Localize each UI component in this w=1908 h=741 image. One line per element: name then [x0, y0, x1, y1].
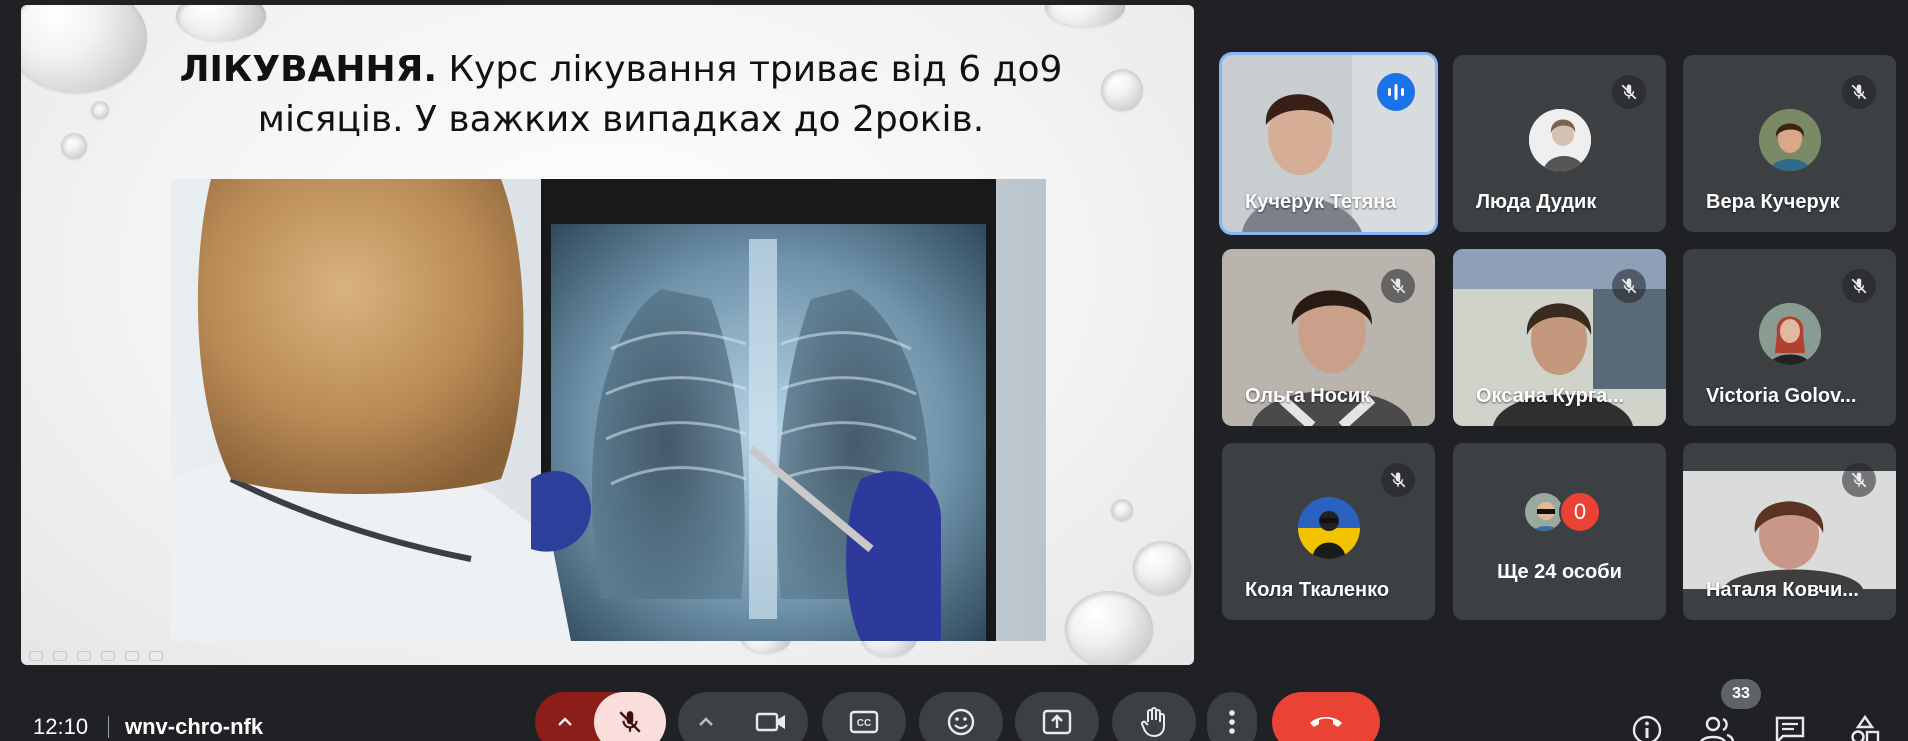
participant-name: Victoria Golov... — [1706, 385, 1857, 407]
mic-off-icon — [1381, 463, 1415, 497]
more-options-button[interactable] — [1207, 692, 1257, 741]
toggle-camera-button[interactable] — [734, 692, 808, 741]
participant-name: Наталя Ковчи... — [1706, 579, 1859, 601]
water-drop-decoration — [61, 133, 87, 159]
closed-captions-icon: CC — [849, 710, 879, 734]
reactions-button[interactable] — [919, 692, 1003, 741]
avatar — [1758, 109, 1821, 171]
videocam-icon — [755, 712, 785, 732]
participant-tile[interactable]: Наталя Ковчи... — [1683, 443, 1896, 620]
water-drop-decoration — [1111, 499, 1133, 521]
microphone-control — [535, 692, 666, 741]
slide-control-icon[interactable] — [125, 651, 139, 661]
slide-control-icon[interactable] — [29, 651, 43, 661]
captions-button[interactable]: CC — [822, 692, 906, 741]
participant-name: Коля Ткаленко — [1245, 579, 1390, 601]
participant-name: Кучерук Тетяна — [1245, 191, 1397, 213]
more-vert-icon — [1229, 710, 1235, 734]
slide-control-icon[interactable] — [53, 651, 67, 661]
presented-slide: ЛІКУВАННЯ. Курс лікування триває від 6 д… — [21, 5, 1194, 665]
raise-hand-button[interactable] — [1112, 692, 1196, 741]
people-button[interactable] — [1697, 710, 1737, 741]
slide-title-rest: Курс лікування триває від 6 до9 — [437, 49, 1063, 90]
more-participants-avatars: 0 — [1523, 491, 1601, 533]
mic-off-icon — [1842, 269, 1876, 303]
participant-tile[interactable]: Оксана Курга... — [1453, 249, 1666, 426]
people-count-badge: 33 — [1721, 679, 1761, 709]
slide-title-line2: місяців. У важких випадках до 2років. — [257, 99, 985, 140]
chat-icon — [1775, 716, 1805, 741]
activities-button[interactable] — [1845, 710, 1885, 741]
participant-name: Оксана Курга... — [1476, 385, 1624, 407]
xray-photo-illustration — [171, 179, 1046, 641]
xray-photo — [171, 179, 1046, 641]
more-participants-label: Ще 24 особи — [1497, 561, 1622, 583]
svg-text:CC: CC — [857, 718, 871, 729]
mic-off-icon — [1612, 269, 1646, 303]
avatar — [1528, 109, 1591, 171]
water-drop-decoration — [1101, 69, 1143, 111]
chat-button[interactable] — [1770, 710, 1810, 741]
avatar — [1758, 303, 1821, 365]
mic-off-icon — [1842, 463, 1876, 497]
activities-icon — [1851, 714, 1880, 741]
present-screen-icon — [1042, 709, 1072, 735]
more-participants-count: 0 — [1559, 491, 1601, 533]
mic-off-icon — [1612, 75, 1646, 109]
raise-hand-icon — [1141, 707, 1165, 738]
speaking-indicator-icon — [1377, 73, 1415, 111]
toggle-microphone-button[interactable] — [594, 692, 666, 741]
chevron-up-icon — [558, 717, 572, 726]
water-drop-decoration — [1133, 541, 1191, 595]
water-drop-decoration — [1045, 5, 1125, 27]
slide-control-icon[interactable] — [77, 651, 91, 661]
participant-tile[interactable]: Вера Кучерук — [1683, 55, 1896, 232]
avatar — [1297, 497, 1360, 559]
mic-off-icon — [1842, 75, 1876, 109]
participant-tile[interactable]: Люда Дудик — [1453, 55, 1666, 232]
mic-off-icon — [1381, 269, 1415, 303]
meeting-time: 12:10 — [33, 714, 89, 739]
call-end-icon — [1310, 717, 1342, 727]
audio-options-button[interactable] — [535, 692, 595, 741]
participant-tile[interactable]: Victoria Golov... — [1683, 249, 1896, 426]
meeting-details-button[interactable] — [1627, 710, 1667, 741]
info-icon — [1632, 715, 1662, 741]
participant-tile[interactable]: Кучерук Тетяна — [1222, 55, 1435, 232]
mic-off-icon — [619, 711, 641, 733]
camera-control — [678, 692, 808, 741]
water-drop-decoration — [21, 5, 147, 93]
slide-control-icon[interactable] — [101, 651, 115, 661]
water-drop-decoration — [1065, 591, 1153, 665]
people-icon — [1700, 716, 1735, 741]
video-options-button[interactable] — [678, 692, 734, 741]
meeting-code: wnv-chro-nfk — [125, 714, 264, 739]
emoji-icon — [947, 708, 975, 736]
leave-call-button[interactable] — [1272, 692, 1380, 741]
slide-title-bold: ЛІКУВАННЯ. — [179, 49, 438, 90]
divider — [108, 716, 109, 738]
slide-controls — [29, 651, 163, 661]
participant-tile[interactable]: Коля Ткаленко — [1222, 443, 1435, 620]
participant-name: Вера Кучерук — [1706, 191, 1840, 213]
chevron-up-icon — [699, 717, 713, 726]
water-drop-decoration — [91, 101, 109, 119]
more-participants-tile[interactable]: 0 Ще 24 особи — [1453, 443, 1666, 620]
participant-tile[interactable]: Ольга Носик — [1222, 249, 1435, 426]
participant-name: Люда Дудик — [1476, 191, 1597, 213]
slide-control-icon[interactable] — [149, 651, 163, 661]
water-drop-decoration — [176, 5, 266, 41]
present-now-button[interactable] — [1015, 692, 1099, 741]
participant-name: Ольга Носик — [1245, 385, 1371, 407]
slide-title: ЛІКУВАННЯ. Курс лікування триває від 6 д… — [141, 45, 1101, 145]
